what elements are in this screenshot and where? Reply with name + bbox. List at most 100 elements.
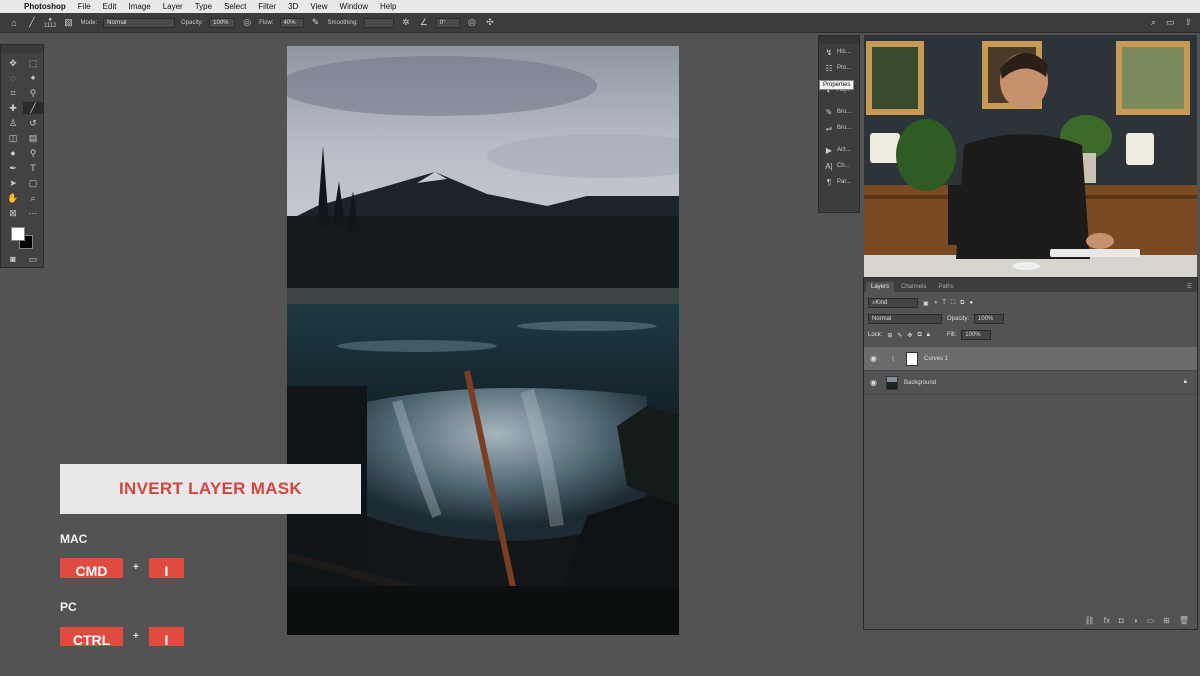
brush-preset-picker[interactable]: ● 1112 [44,17,56,29]
panel-properties[interactable]: ☷ Pro... [819,60,859,76]
visibility-eye-icon[interactable]: ◉ [870,378,880,387]
layer-name[interactable]: Curves 1 [924,356,948,362]
opacity-field[interactable]: 100% [209,17,236,28]
screen-mode-icon[interactable]: ▭ [23,253,43,265]
panel-brush-settings[interactable]: ⇌ Bru... [819,120,859,136]
workspace-icon[interactable]: ▭ [1166,17,1175,28]
filter-type-icon[interactable]: T [942,300,946,306]
layer-row-curves[interactable]: ◉ ⌇ Curves 1 [864,347,1197,371]
type-tool-icon[interactable]: T [23,162,43,174]
layer-opacity-field[interactable]: 100% [974,314,1005,324]
shape-tool-icon[interactable]: ▢ [23,177,43,189]
fill-field[interactable]: 100% [961,330,992,340]
brush-settings-toggle-icon[interactable]: ▧ [62,17,74,29]
filter-kind-select[interactable]: ⌕ Kind [868,298,918,308]
visibility-eye-icon[interactable]: ◉ [870,354,880,363]
lasso-tool-icon[interactable]: ◌ [3,72,23,84]
home-icon[interactable]: ⌂ [8,17,20,29]
more-tools-icon[interactable]: ⋯ [23,207,43,219]
menu-image[interactable]: Image [128,2,150,11]
share-icon[interactable]: ⇪ [1184,17,1192,28]
magic-wand-tool-icon[interactable]: ✦ [23,72,43,84]
menu-filter[interactable]: Filter [258,2,276,11]
pen-tool-icon[interactable]: ✒ [3,162,23,174]
hand-tool-icon[interactable]: ✋ [3,192,23,204]
brush-tool-preset-icon[interactable]: ╱ [26,17,38,29]
filter-smart-object-icon[interactable]: ⧉ [960,300,964,307]
panel-history[interactable]: ↯ His... [819,44,859,60]
new-adjustment-icon[interactable]: ◑ [1133,616,1138,625]
panel-menu-icon[interactable]: ☰ [1182,281,1197,292]
flow-field[interactable]: 40% [279,17,304,28]
history-brush-tool-icon[interactable]: ↺ [23,117,43,129]
add-mask-icon[interactable]: ◘ [1119,616,1124,625]
path-selection-tool-icon[interactable]: ➤ [3,177,23,189]
mode-select[interactable]: Normal [103,17,176,28]
menu-view[interactable]: View [310,2,327,11]
lock-icon[interactable]: 🔒︎ [1184,379,1197,386]
angle-field[interactable]: 0° [435,17,460,28]
tab-layers[interactable]: Layers [866,282,895,292]
panel-character[interactable]: A| Ch... [819,158,859,174]
airbrush-icon[interactable]: ✎ [310,17,322,29]
document-canvas[interactable] [287,46,679,635]
layer-row-background[interactable]: ◉ Background 🔒︎ [864,371,1197,395]
eraser-tool-icon[interactable]: ◫ [3,132,23,144]
tab-channels[interactable]: Channels [896,282,931,292]
crop-tool-icon[interactable]: ⌗ [3,87,23,99]
menu-app-name[interactable]: Photoshop [24,2,66,11]
menu-edit[interactable]: Edit [103,2,117,11]
zoom-tool-icon[interactable]: ⌕ [23,192,43,204]
edit-toolbar-icon[interactable]: ⊠ [3,207,23,219]
filter-pixel-icon[interactable]: ▣ [923,300,929,307]
pressure-opacity-icon[interactable]: ◎ [241,17,253,29]
collapsed-panels-header[interactable] [819,36,859,44]
quick-mask-icon[interactable]: ◙ [3,253,23,265]
lock-transparent-icon[interactable]: ⊞ [887,332,892,339]
clone-stamp-tool-icon[interactable]: ♙ [3,117,23,129]
menu-file[interactable]: File [78,2,91,11]
blur-tool-icon[interactable]: ● [3,147,23,159]
panel-brushes-label: Bru... [837,109,852,115]
delete-layer-icon[interactable]: 🗑︎ [1179,616,1189,625]
dodge-tool-icon[interactable]: ⚲ [23,147,43,159]
menu-help[interactable]: Help [380,2,396,11]
menu-layer[interactable]: Layer [163,2,183,11]
foreground-color-swatch[interactable] [11,227,25,241]
tab-paths[interactable]: Paths [933,282,958,292]
gradient-tool-icon[interactable]: ▤ [23,132,43,144]
new-layer-icon[interactable]: ⊞ [1163,616,1170,625]
eyedropper-tool-icon[interactable]: ⚲ [23,87,43,99]
search-icon[interactable]: ⌕ [1151,17,1156,28]
panel-brushes[interactable]: ✎ Bru... [819,104,859,120]
lock-artboard-icon[interactable]: ⧉ [917,332,921,339]
layer-name[interactable]: Background [904,380,936,386]
smoothing-field[interactable] [363,17,394,28]
filter-adjustment-icon[interactable]: ◑ [934,300,938,306]
brush-tool-icon[interactable]: ╱ [23,102,43,114]
lock-image-icon[interactable]: ✎ [897,332,902,339]
new-group-icon[interactable]: ▭ [1147,616,1155,625]
panel-paragraph[interactable]: ¶ Par... [819,174,859,190]
menu-window[interactable]: Window [340,2,368,11]
symmetry-icon[interactable]: ✣ [484,17,496,29]
tools-panel-header[interactable] [1,45,43,53]
lock-all-icon[interactable]: 🔒︎ [927,332,930,339]
panel-actions[interactable]: ▶ Act... [819,142,859,158]
menu-select[interactable]: Select [224,2,246,11]
blend-mode-select[interactable]: Normal [868,314,942,324]
menu-3d[interactable]: 3D [288,2,298,11]
layer-mask-thumbnail[interactable] [906,351,918,366]
properties-tooltip: Properties [819,80,855,90]
layer-style-icon[interactable]: fx [1104,616,1110,625]
lock-position-icon[interactable]: ✥ [907,332,912,339]
smoothing-options-gear-icon[interactable]: ✲ [400,17,412,29]
move-tool-icon[interactable]: ✥ [3,57,23,69]
filter-toggle-icon[interactable]: ● [969,300,973,306]
pressure-size-icon[interactable]: ◎ [466,17,478,29]
menu-type[interactable]: Type [195,2,212,11]
marquee-tool-icon[interactable]: ⬚ [23,57,43,69]
healing-brush-tool-icon[interactable]: ✚ [3,102,23,114]
link-layers-icon[interactable]: ⛓ [1085,616,1095,625]
filter-shape-icon[interactable]: ⛶ [951,300,955,307]
